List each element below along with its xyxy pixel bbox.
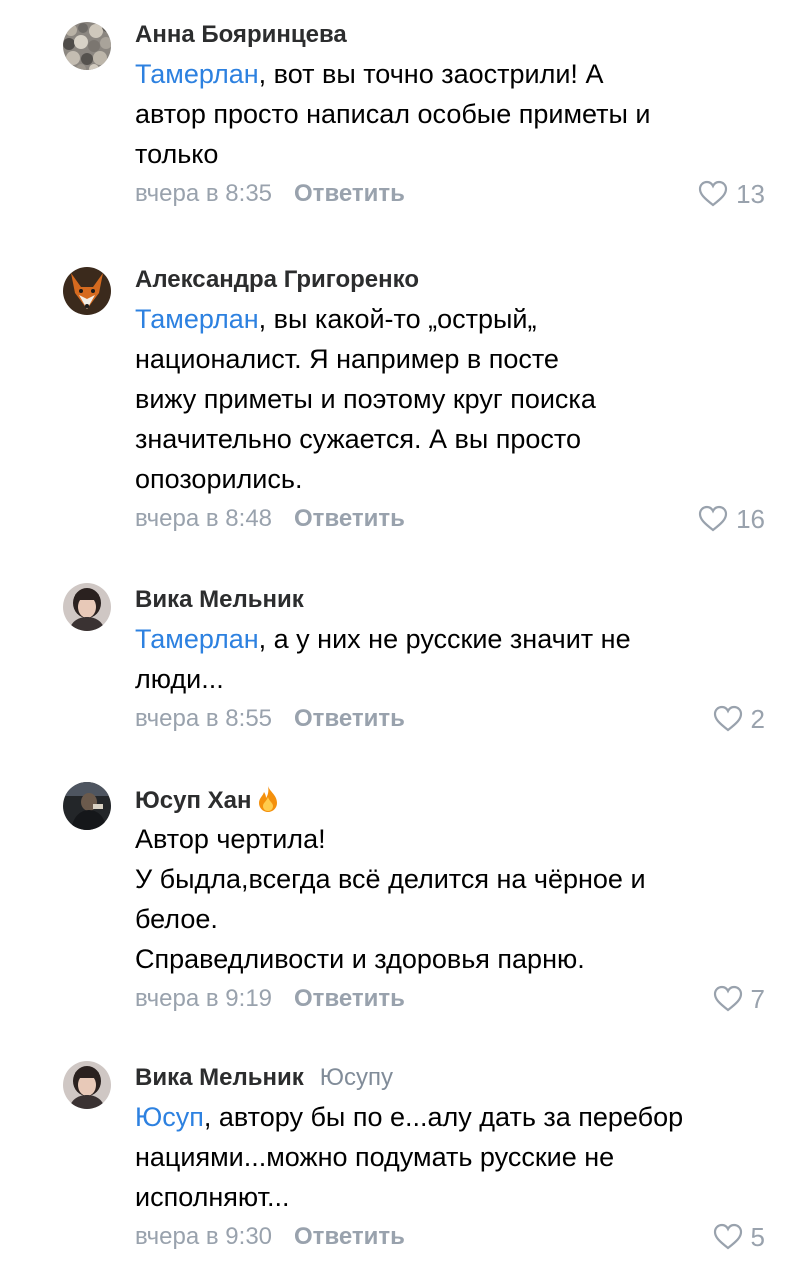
comment-time: вчера в 8:55 bbox=[135, 705, 273, 732]
comment-text-line: люди... bbox=[135, 664, 224, 694]
dark-photo-avatar-icon bbox=[63, 782, 111, 830]
avatar[interactable] bbox=[63, 22, 111, 70]
author-line: Александра Григоренко bbox=[135, 265, 765, 295]
comment-text-line: только bbox=[135, 139, 219, 169]
comment-text: Юсуп, автору бы по е...алу дать за переб… bbox=[135, 1097, 765, 1217]
comment-text-line: исполняют... bbox=[135, 1182, 290, 1212]
author-line: Вика Мельник Юсупу bbox=[135, 1063, 765, 1093]
avatar[interactable] bbox=[63, 583, 111, 631]
author-name[interactable]: Вика Мельник bbox=[135, 586, 304, 613]
reply-button[interactable]: Ответить bbox=[294, 180, 405, 207]
comment-text-line: опозорились. bbox=[135, 464, 303, 494]
fox-avatar-icon bbox=[63, 267, 111, 315]
comment-text-line: националист. Я например в посте bbox=[135, 344, 559, 374]
comment-text-line: Справедливости и здоровья парню. bbox=[135, 944, 585, 974]
mention-link[interactable]: Юсуп bbox=[135, 1102, 204, 1132]
like-button[interactable]: 13 bbox=[698, 174, 765, 214]
comment-meta: вчера в 9:30 Ответить 5 bbox=[135, 1217, 765, 1257]
mention-link[interactable]: Тамерлан bbox=[135, 624, 259, 654]
comment-meta: вчера в 9:19 Ответить 7 bbox=[135, 979, 765, 1019]
comment-text-line: значительно сужается. А вы просто bbox=[135, 424, 581, 454]
stones-avatar-icon bbox=[63, 22, 111, 70]
comment-text-line: , а у них не русские значит не bbox=[258, 624, 631, 654]
comment-time: вчера в 8:35 bbox=[135, 180, 273, 207]
reply-button[interactable]: Ответить bbox=[294, 1223, 405, 1250]
author-name[interactable]: Вика Мельник bbox=[135, 1064, 304, 1091]
comment-text-line: нациями...можно подумать русские не bbox=[135, 1142, 615, 1172]
author-line: Анна Бояринцева bbox=[135, 20, 765, 50]
comment-text-line: вижу приметы и поэтому круг поиска bbox=[135, 384, 596, 414]
author-line: Юсуп Хан bbox=[135, 785, 765, 815]
like-count: 2 bbox=[750, 704, 765, 734]
comment-text-line: У быдла,всегда всё делится на чёрное и bbox=[135, 864, 646, 894]
heart-icon bbox=[698, 180, 728, 207]
author-name[interactable]: Анна Бояринцева bbox=[135, 21, 347, 48]
comment-time: вчера в 9:30 bbox=[135, 1223, 273, 1250]
comment-time: вчера в 9:19 bbox=[135, 985, 273, 1012]
reply-to-label[interactable]: Юсупу bbox=[320, 1064, 393, 1091]
heart-icon bbox=[698, 505, 728, 532]
comment-text-line: , вы какой-то „острый„ bbox=[258, 304, 537, 334]
heart-icon bbox=[713, 985, 742, 1012]
avatar[interactable] bbox=[63, 1061, 111, 1109]
like-button[interactable]: 2 bbox=[713, 699, 765, 739]
author-line: Вика Мельник bbox=[135, 585, 765, 615]
comment-text-line: Автор чертила! bbox=[135, 824, 326, 854]
person-avatar-icon bbox=[63, 1061, 111, 1109]
like-button[interactable]: 5 bbox=[713, 1217, 765, 1257]
like-button[interactable]: 16 bbox=[698, 499, 765, 539]
comment-text: Тамерлан, вот вы точно заострили! А авто… bbox=[135, 54, 765, 174]
like-button[interactable]: 7 bbox=[713, 979, 765, 1019]
comment-text: Тамерлан, а у них не русские значит не л… bbox=[135, 619, 765, 699]
comment-text: Тамерлан, вы какой-то „острый„ национали… bbox=[135, 299, 765, 499]
mention-link[interactable]: Тамерлан bbox=[135, 304, 259, 334]
like-count: 13 bbox=[736, 179, 765, 209]
like-count: 16 bbox=[736, 504, 765, 534]
comment-meta: вчера в 8:48 Ответить 16 bbox=[135, 499, 765, 539]
comment-text-line: , вот вы точно заострили! А bbox=[258, 59, 604, 89]
heart-icon bbox=[713, 705, 742, 732]
fire-emoji-icon bbox=[259, 786, 278, 812]
comment-time: вчера в 8:48 bbox=[135, 505, 273, 532]
like-count: 7 bbox=[750, 984, 765, 1014]
like-count: 5 bbox=[750, 1222, 765, 1252]
comment-meta: вчера в 8:35 Ответить 13 bbox=[135, 174, 765, 214]
comment-text: Автор чертила! У быдла,всегда всё делитс… bbox=[135, 819, 765, 979]
author-name[interactable]: Александра Григоренко bbox=[135, 266, 419, 293]
avatar[interactable] bbox=[63, 267, 111, 315]
reply-button[interactable]: Ответить bbox=[294, 985, 405, 1012]
comment-meta: вчера в 8:55 Ответить 2 bbox=[135, 699, 765, 739]
author-name[interactable]: Юсуп Хан bbox=[135, 787, 251, 814]
person-avatar-icon bbox=[63, 583, 111, 631]
mention-link[interactable]: Тамерлан bbox=[135, 59, 259, 89]
avatar[interactable] bbox=[63, 782, 111, 830]
comment-text-line: автор просто написал особые приметы и bbox=[135, 99, 651, 129]
comment-text-line: , автору бы по е...алу дать за перебор bbox=[203, 1102, 684, 1132]
heart-icon bbox=[713, 1223, 742, 1250]
reply-button[interactable]: Ответить bbox=[294, 505, 405, 532]
comment-text-line: белое. bbox=[135, 904, 218, 934]
reply-button[interactable]: Ответить bbox=[294, 705, 405, 732]
